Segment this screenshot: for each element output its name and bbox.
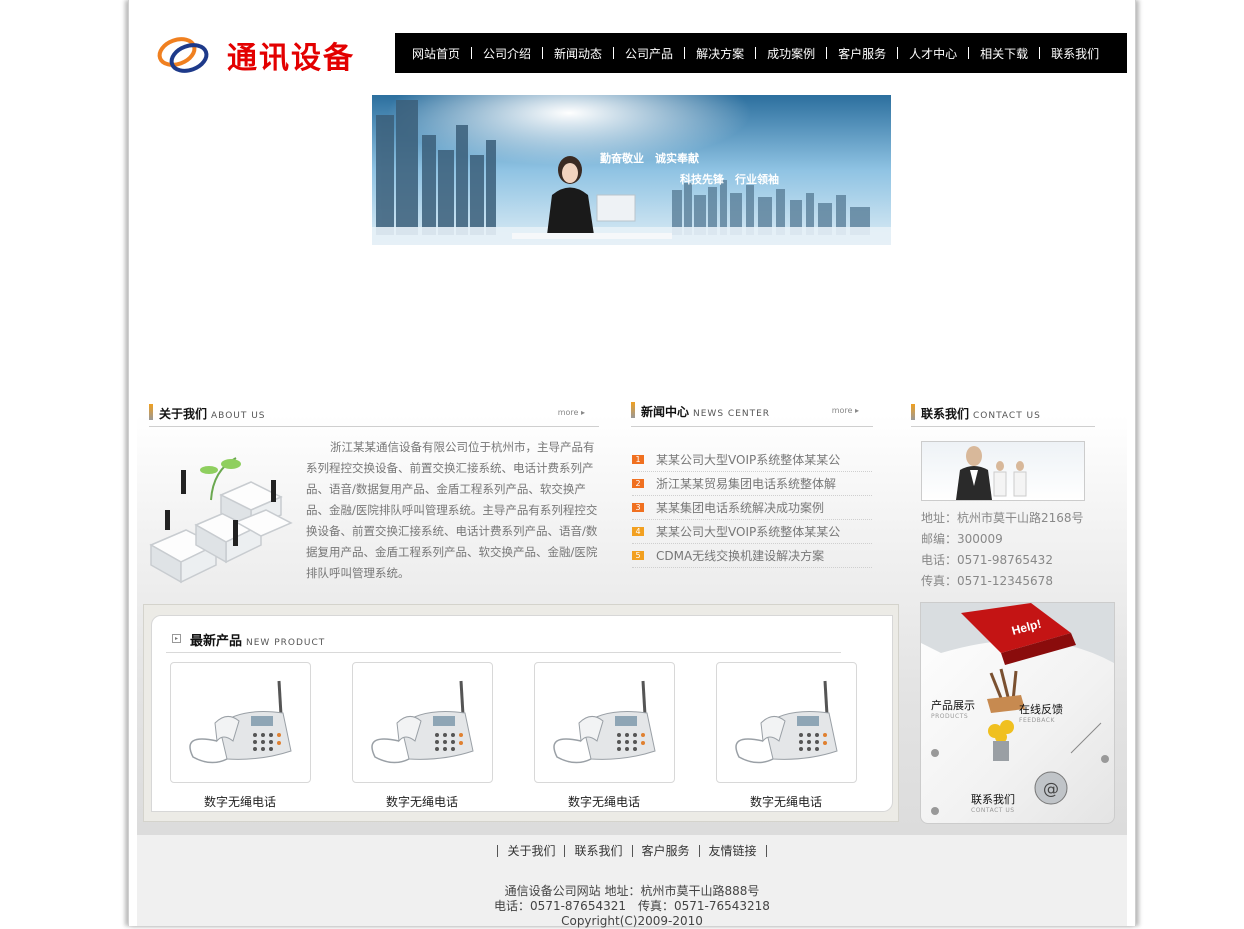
products-title: 最新产品 NEW PRODUCT	[190, 634, 326, 649]
news-list: 1 某某公司大型VOIP系统整体某某公 2 浙江某某贸易集团电话系统整体解 3 某某集…	[632, 448, 872, 568]
phone-icon	[553, 680, 656, 764]
footer-divider	[564, 844, 566, 857]
phone-icon	[189, 680, 292, 764]
main-nav: 网站首页 公司介绍 新闻动态 公司产品 解决方案 成功案例 客户服务 人才中心 …	[395, 33, 1127, 73]
footer-company-address: 通信设备公司网站 地址：杭州市莫干山路888号	[504, 884, 760, 898]
news-item[interactable]: 1 某某公司大型VOIP系统整体某某公	[632, 448, 872, 472]
header-bar-icon	[911, 404, 915, 420]
news-item[interactable]: 5 CDMA无线交换机建设解决方案	[632, 544, 872, 568]
products-section: ▸ 最新产品 NEW PRODUCT 数字无绳电话 数字无绳电话 数字无绳电话 …	[143, 604, 899, 822]
product-card[interactable]: 数字无绳电话	[698, 662, 880, 810]
about-section-header: 关于我们 ABOUT US more ▸	[149, 400, 599, 427]
side-link-feedback[interactable]: 在线反馈 FEEDBACK	[1019, 701, 1063, 724]
product-card[interactable]: 数字无绳电话	[152, 662, 334, 810]
logo-icon	[157, 37, 209, 73]
footer-info: 通信设备公司网站 地址：杭州市莫干山路888号 电话：0571-87654321…	[137, 884, 1127, 929]
contact-phone: 电话：0571-98765432	[921, 553, 1053, 567]
contact-address: 地址：杭州市莫干山路2168号	[921, 511, 1084, 525]
contact-team-photo	[921, 441, 1085, 501]
product-card[interactable]: 数字无绳电话	[334, 662, 516, 810]
news-item[interactable]: 4 某某公司大型VOIP系统整体某某公	[632, 520, 872, 544]
news-more-link[interactable]: more ▸	[832, 406, 859, 415]
news-item[interactable]: 3 某某集团电话系统解决成功案例	[632, 496, 872, 520]
header-bar-icon	[149, 404, 153, 420]
footer-link-about[interactable]: 关于我们	[507, 842, 555, 859]
contact-fax: 传真：0571-12345678	[921, 574, 1053, 588]
contact-postcode: 邮编：300009	[921, 532, 1003, 546]
number-badge-icon: 5	[632, 551, 644, 560]
side-link-products[interactable]: 产品展示 PRODUCTS	[931, 697, 975, 720]
footer: 关于我们 联系我们 客户服务 友情链接 通信设备公司网站 地址：杭州市莫干山路8…	[137, 835, 1127, 929]
contact-title: 联系我们 CONTACT US	[921, 407, 1041, 421]
number-badge-icon: 1	[632, 455, 644, 464]
nav-item-news[interactable]: 新闻动态	[543, 45, 613, 62]
footer-divider	[631, 844, 633, 857]
nav-item-downloads[interactable]: 相关下载	[969, 45, 1039, 62]
side-quick-links: Help! @ 产品展示 PRODUCTS 在线反馈 FEEDBACK 联系我们 CO…	[920, 602, 1115, 824]
svg-text:@: @	[1043, 779, 1059, 798]
side-link-contact[interactable]: 联系我们 CONTACT US	[971, 791, 1015, 814]
product-image[interactable]	[716, 662, 857, 783]
product-image[interactable]	[352, 662, 493, 783]
about-image	[141, 450, 296, 595]
product-name[interactable]: 数字无绳电话	[334, 793, 516, 810]
product-image[interactable]	[170, 662, 311, 783]
about-more-link[interactable]: more ▸	[558, 408, 585, 417]
footer-divider	[497, 844, 499, 857]
arrow-right-icon: ▸	[172, 634, 181, 643]
nav-item-home[interactable]: 网站首页	[401, 45, 471, 62]
product-card[interactable]: 数字无绳电话	[516, 662, 698, 810]
contact-info: 地址：杭州市莫干山路2168号 邮编：300009 电话：0571-987654…	[921, 508, 1084, 592]
products-panel: ▸ 最新产品 NEW PRODUCT 数字无绳电话 数字无绳电话 数字无绳电话 …	[151, 615, 893, 812]
hero-banner: 勤奋敬业 诚实奉献 科技先锋 行业领袖	[372, 95, 891, 245]
phone-icon	[735, 680, 838, 764]
nav-item-cases[interactable]: 成功案例	[756, 45, 826, 62]
nav-item-careers[interactable]: 人才中心	[898, 45, 968, 62]
product-name[interactable]: 数字无绳电话	[698, 793, 880, 810]
product-name[interactable]: 数字无绳电话	[516, 793, 698, 810]
footer-divider	[765, 844, 767, 857]
footer-copyright: Copyright(C)2009-2010	[561, 914, 703, 928]
news-item[interactable]: 2 浙江某某贸易集团电话系统整体解	[632, 472, 872, 496]
products-header: ▸ 最新产品 NEW PRODUCT	[166, 626, 841, 653]
footer-link-service[interactable]: 客户服务	[642, 842, 690, 859]
footer-links: 关于我们 联系我们 客户服务 友情链接	[137, 842, 1127, 859]
contact-section-header: 联系我们 CONTACT US	[911, 400, 1095, 427]
phone-icon	[371, 680, 474, 764]
site-name: 通讯设备	[227, 41, 355, 76]
banner-slogan-1: 勤奋敬业 诚实奉献	[600, 152, 699, 165]
footer-phone-fax: 电话：0571-87654321 传真：0571-76543218	[494, 899, 770, 913]
product-name[interactable]: 数字无绳电话	[152, 793, 334, 810]
number-badge-icon: 2	[632, 479, 644, 488]
number-badge-icon: 4	[632, 527, 644, 536]
header-bar-icon	[631, 402, 635, 418]
news-section-header: 新闻中心 NEWS CENTER more ▸	[631, 398, 873, 427]
page-container: 通讯设备 网站首页 公司介绍 新闻动态 公司产品 解决方案 成功案例 客户服务 …	[128, 0, 1136, 929]
nav-item-solutions[interactable]: 解决方案	[685, 45, 755, 62]
about-title: 关于我们 ABOUT US	[159, 407, 266, 421]
news-title: 新闻中心 NEWS CENTER	[641, 405, 771, 419]
number-badge-icon: 3	[632, 503, 644, 512]
banner-image	[372, 95, 891, 245]
footer-link-contact[interactable]: 联系我们	[574, 842, 622, 859]
about-text: 浙江某某通信设备有限公司位于杭州市，主导产品有系列程控交换设备、前置交换汇接系统…	[306, 440, 598, 580]
product-image[interactable]	[534, 662, 675, 783]
nav-item-contact[interactable]: 联系我们	[1040, 45, 1110, 62]
footer-link-friends[interactable]: 友情链接	[709, 842, 757, 859]
banner-slogan-2: 科技先锋 行业领袖	[680, 173, 779, 186]
nav-item-service[interactable]: 客户服务	[827, 45, 897, 62]
site-logo[interactable]: 通讯设备	[155, 30, 355, 80]
nav-item-about[interactable]: 公司介绍	[472, 45, 542, 62]
nav-item-products[interactable]: 公司产品	[614, 45, 684, 62]
footer-divider	[698, 844, 700, 857]
